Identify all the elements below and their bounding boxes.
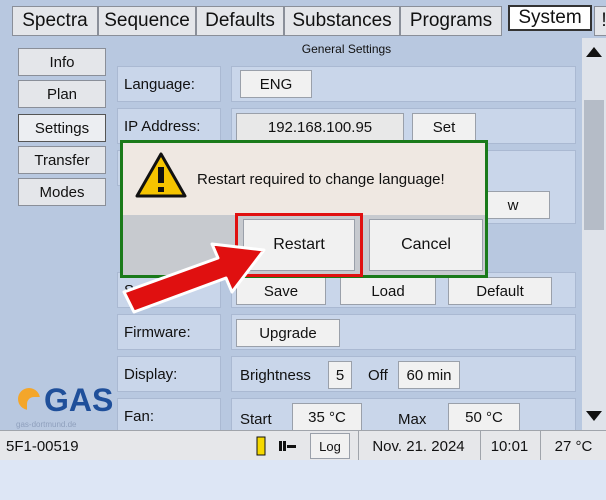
red-pointer-arrow (118, 214, 278, 314)
language-cell: ENG (231, 66, 576, 102)
device-id: 5F1-00519 (6, 437, 79, 455)
top-tab-bar: Spectra Sequence Defaults Substances Pro… (0, 0, 606, 38)
logo-mark-icon (18, 388, 41, 411)
firmware-cell: Upgrade (231, 314, 576, 350)
tab-alert[interactable]: ! (594, 6, 606, 36)
brightness-value[interactable]: 5 (328, 361, 352, 389)
settings-default-button[interactable]: Default (448, 277, 552, 305)
status-indicator-icon (250, 431, 272, 460)
dialog-message-area: Restart required to change language! (123, 143, 485, 215)
sidebar-item-transfer[interactable]: Transfer (18, 146, 106, 174)
status-date: Nov. 21. 2024 (358, 431, 478, 460)
sidebar-item-settings[interactable]: Settings (18, 114, 106, 142)
ip-label: IP Address: (117, 108, 221, 144)
settings-load-button[interactable]: Load (340, 277, 436, 305)
tab-sequence[interactable]: Sequence (98, 6, 196, 36)
logo-text: GAS (44, 382, 114, 418)
fan-max-label: Max (398, 410, 427, 428)
sidebar-item-modes[interactable]: Modes (18, 178, 106, 206)
app-window: Spectra Sequence Defaults Substances Pro… (0, 0, 606, 460)
tab-defaults[interactable]: Defaults (196, 6, 284, 36)
firmware-upgrade-button[interactable]: Upgrade (236, 319, 340, 347)
status-time: 10:01 (480, 431, 538, 460)
ip-address-field[interactable]: 192.168.100.95 (236, 113, 404, 141)
tab-spectra[interactable]: Spectra (12, 6, 98, 36)
tab-system[interactable]: System (508, 5, 592, 31)
fan-label: Fan: (117, 398, 221, 434)
section-title: General Settings (301, 42, 392, 56)
scrollbar-thumb[interactable] (584, 100, 604, 230)
sidebar-item-info[interactable]: Info (18, 48, 106, 76)
scroll-up-arrow-icon[interactable] (582, 38, 606, 66)
logo-subtext: gas-dortmund.de (16, 420, 77, 429)
ip-set-button[interactable]: Set (412, 113, 476, 141)
tab-programs[interactable]: Programs (400, 6, 502, 36)
fan-max-value[interactable]: 50 °C (448, 403, 520, 431)
fan-cell: Start 35 °C Max 50 °C (231, 398, 576, 434)
display-cell: Brightness 5 Off 60 min (231, 356, 576, 392)
dialog-message: Restart required to change language! (197, 170, 445, 188)
scroll-down-arrow-icon[interactable] (582, 402, 606, 430)
ip-cell: 192.168.100.95 Set (231, 108, 576, 144)
fan-start-label: Start (240, 410, 272, 428)
off-timer-value[interactable]: 60 min (398, 361, 460, 389)
status-bar: 5F1-00519 Log Nov. 21. 2024 10:01 27 °C (0, 430, 606, 460)
cancel-button[interactable]: Cancel (369, 219, 483, 271)
display-label: Display: (117, 356, 221, 392)
language-button[interactable]: ENG (240, 70, 312, 98)
status-temperature: 27 °C (540, 431, 606, 460)
firmware-label: Firmware: (117, 314, 221, 350)
warning-icon (135, 151, 187, 199)
language-label: Language: (117, 66, 221, 102)
brightness-label: Brightness (240, 366, 311, 384)
tab-substances[interactable]: Substances (284, 6, 400, 36)
scrollbar[interactable] (582, 38, 606, 430)
fan-start-value[interactable]: 35 °C (292, 403, 362, 431)
transfer-icon (276, 431, 300, 460)
sidebar-item-plan[interactable]: Plan (18, 80, 106, 108)
log-button[interactable]: Log (310, 433, 350, 459)
gas-logo: GAS gas-dortmund.de (10, 382, 114, 430)
off-label: Off (368, 366, 388, 384)
